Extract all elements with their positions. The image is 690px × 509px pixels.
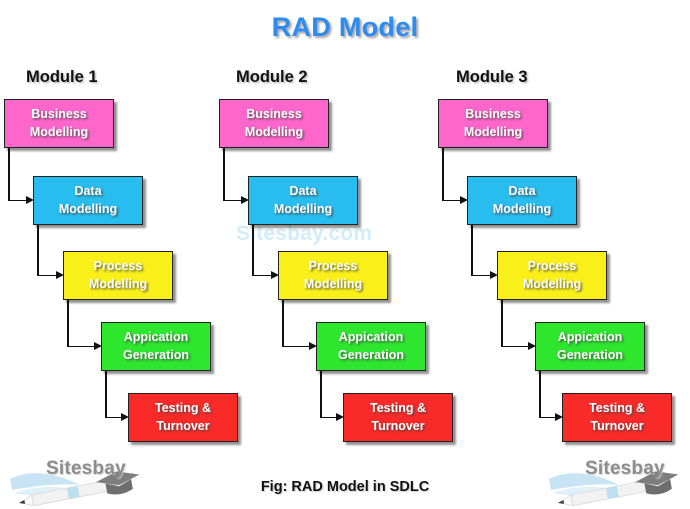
connector-arrowhead <box>26 196 34 204</box>
connector-arrowhead <box>336 413 344 421</box>
connector-arrowhead <box>121 413 129 421</box>
stage-label-line1: Testing & <box>154 401 212 416</box>
module-header-3: Module 3 <box>456 68 528 86</box>
stage-label-line2: Modelling <box>303 276 363 291</box>
stage-label-line1: Business <box>31 107 87 122</box>
stage-label-line2: Modelling <box>244 124 304 139</box>
connector-arrowhead <box>528 342 536 350</box>
stage-label-line1: Data <box>289 184 317 199</box>
stage-label-line2: Modelling <box>273 201 333 216</box>
stage-label-line2: Modelling <box>58 201 118 216</box>
stage-label-line2: Turnover <box>156 418 210 433</box>
connector-horizontal <box>320 416 337 419</box>
watermark-text: Sitesbay.com <box>236 222 373 245</box>
stage-label-line1: Appication <box>123 330 189 345</box>
rad-model-diagram: RAD Model Sitesbay.com Module 1 Business M… <box>0 0 690 509</box>
stage-box-data-module1[interactable]: Data Modelling <box>33 176 143 225</box>
stage-label-line1: Data <box>74 184 102 199</box>
connector-vertical <box>37 225 39 276</box>
stage-box-data-module2[interactable]: Data Modelling <box>248 176 358 225</box>
connector-vertical <box>252 225 254 276</box>
stage-label-line2: Turnover <box>590 418 644 433</box>
connector-vertical <box>471 225 473 276</box>
connector-vertical <box>282 300 284 347</box>
connector-arrowhead <box>241 196 249 204</box>
stage-label-line2: Modelling <box>522 276 582 291</box>
stage-label-line1: Process <box>308 259 358 274</box>
connector-vertical <box>223 148 225 201</box>
connector-arrowhead <box>94 342 102 350</box>
stage-box-business-module1[interactable]: Business Modelling <box>4 99 114 148</box>
connector-horizontal <box>501 345 529 348</box>
stage-label-line1: Business <box>246 107 302 122</box>
stage-box-application-module3[interactable]: Appication Generation <box>535 322 645 371</box>
stage-box-testing-module1[interactable]: Testing & Turnover <box>128 393 238 442</box>
stage-label-line1: Business <box>465 107 521 122</box>
connector-horizontal <box>539 416 556 419</box>
stage-label-line2: Modelling <box>88 276 148 291</box>
stage-label-line2: Generation <box>557 347 623 362</box>
stage-box-application-module2[interactable]: Appication Generation <box>316 322 426 371</box>
connector-arrowhead <box>555 413 563 421</box>
connector-horizontal <box>442 199 461 202</box>
connector-vertical <box>442 148 444 201</box>
stage-box-process-module1[interactable]: Process Modelling <box>63 251 173 300</box>
stage-label-line2: Modelling <box>463 124 523 139</box>
stage-label-line1: Process <box>93 259 143 274</box>
connector-horizontal <box>37 274 57 277</box>
connector-vertical <box>105 371 107 418</box>
connector-vertical <box>501 300 503 347</box>
stage-label-line2: Modelling <box>29 124 89 139</box>
connector-arrowhead <box>490 271 498 279</box>
stage-label-line2: Modelling <box>492 201 552 216</box>
connector-horizontal <box>252 274 272 277</box>
stage-box-data-module3[interactable]: Data Modelling <box>467 176 577 225</box>
sitesbay-logo-right: Sitesbay <box>545 452 685 508</box>
connector-horizontal <box>8 199 27 202</box>
connector-horizontal <box>223 199 242 202</box>
stage-label-line2: Generation <box>338 347 404 362</box>
stage-label-line1: Process <box>527 259 577 274</box>
stage-label-line1: Data <box>508 184 536 199</box>
stage-label-line1: Appication <box>557 330 623 345</box>
stage-label-line2: Turnover <box>371 418 425 433</box>
connector-arrowhead <box>460 196 468 204</box>
connector-horizontal <box>67 345 95 348</box>
module-header-2: Module 2 <box>236 68 308 86</box>
connector-vertical <box>539 371 541 418</box>
stage-box-testing-module2[interactable]: Testing & Turnover <box>343 393 453 442</box>
connector-arrowhead <box>271 271 279 279</box>
sitesbay-logo-left: Sitesbay <box>6 452 146 508</box>
connector-vertical <box>320 371 322 418</box>
connector-arrowhead <box>56 271 64 279</box>
stage-box-process-module3[interactable]: Process Modelling <box>497 251 607 300</box>
stage-box-business-module2[interactable]: Business Modelling <box>219 99 329 148</box>
stage-box-testing-module3[interactable]: Testing & Turnover <box>562 393 672 442</box>
connector-horizontal <box>282 345 310 348</box>
logo-wordmark: Sitesbay <box>585 458 665 479</box>
stage-box-application-module1[interactable]: Appication Generation <box>101 322 211 371</box>
stage-box-business-module3[interactable]: Business Modelling <box>438 99 548 148</box>
module-header-1: Module 1 <box>26 68 98 86</box>
connector-vertical <box>8 148 10 201</box>
stage-label-line1: Testing & <box>588 401 646 416</box>
stage-label-line1: Appication <box>338 330 404 345</box>
stage-label-line1: Testing & <box>369 401 427 416</box>
connector-horizontal <box>105 416 122 419</box>
stage-label-line2: Generation <box>123 347 189 362</box>
connector-vertical <box>67 300 69 347</box>
logo-wordmark: Sitesbay <box>46 458 126 479</box>
connector-arrowhead <box>309 342 317 350</box>
connector-horizontal <box>471 274 491 277</box>
page-title: RAD Model <box>271 12 419 42</box>
stage-box-process-module2[interactable]: Process Modelling <box>278 251 388 300</box>
